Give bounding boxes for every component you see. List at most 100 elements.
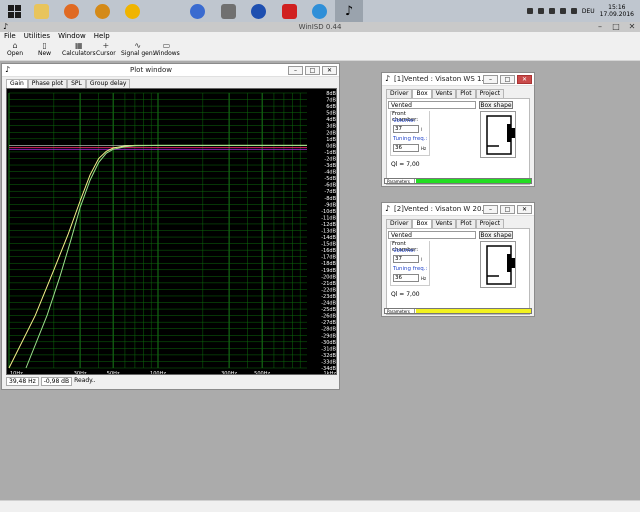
plot-window-icon: ♪	[5, 65, 11, 74]
file-explorer-icon	[33, 3, 49, 19]
x-tick-label: 100Hz	[150, 371, 166, 375]
y-tick-label: -12dB	[321, 222, 336, 228]
y-tick-label: -3dB	[324, 163, 336, 169]
box1-maximize-button[interactable]: □	[500, 75, 515, 84]
minimize-button[interactable]: –	[592, 22, 608, 32]
box2-tabs: Driver Box Vents Plot Project	[386, 219, 505, 228]
clock-date: 17.09.2016	[599, 11, 634, 18]
y-tick-label: -6dB	[324, 183, 336, 189]
box2-volume-input[interactable]: 37	[393, 255, 419, 263]
menu-utilities[interactable]: Utilities	[24, 32, 50, 41]
settings-gear-icon	[189, 3, 205, 19]
box1-tab-driver[interactable]: Driver	[386, 89, 413, 98]
box2-volume-unit: l	[421, 257, 423, 262]
plot-minimize-button[interactable]: –	[288, 66, 303, 75]
y-tick-label: 2dB	[326, 130, 336, 136]
box1-minimize-button[interactable]: –	[483, 75, 498, 84]
tab-gain[interactable]: Gain	[6, 79, 28, 88]
box2-tab-vents[interactable]: Vents	[431, 219, 457, 228]
taskbar-audio-app[interactable]	[88, 0, 116, 22]
plot-window-titlebar[interactable]: ♪ Plot window – □ ✕	[2, 64, 339, 77]
tab-phase-plot[interactable]: Phase plot	[27, 79, 68, 88]
taskbar-disk-app[interactable]	[305, 0, 333, 22]
box1-tab-vents[interactable]: Vents	[431, 89, 457, 98]
taskbar-settings[interactable]	[183, 0, 211, 22]
menu-help[interactable]: Help	[94, 32, 110, 41]
tray-up-arrow-icon[interactable]	[526, 8, 533, 14]
box1-close-button[interactable]: ✕	[517, 75, 532, 84]
box2-titlebar[interactable]: ♪ [2]Vented : Visaton W 20... – □ ✕	[382, 203, 534, 216]
box2-minimize-button[interactable]: –	[483, 205, 498, 214]
menu-file[interactable]: File	[4, 32, 16, 41]
close-button[interactable]: ✕	[624, 22, 640, 32]
box2-box-diagram	[480, 241, 516, 288]
box2-tab-project[interactable]: Project	[475, 219, 505, 228]
taskbar-firefox[interactable]	[57, 0, 85, 22]
box1-tuning-label: Tuning freq.:	[393, 136, 428, 142]
box2-maximize-button[interactable]: □	[500, 205, 515, 214]
box1-tab-project[interactable]: Project	[475, 89, 505, 98]
firefox-icon	[63, 3, 79, 19]
box1-color-indicator	[416, 179, 531, 183]
taskbar-lock-app[interactable]	[244, 0, 272, 22]
x-tick-label: 10Hz	[10, 371, 23, 375]
box1-title: [1]Vented : Visaton WS 1...	[394, 75, 489, 83]
windows-start-icon	[7, 4, 21, 18]
plot-close-button[interactable]: ✕	[322, 66, 337, 75]
windows-button[interactable]: ▭ Windows	[153, 42, 180, 60]
y-tick-label: -23dB	[321, 294, 336, 300]
box1-titlebar[interactable]: ♪ [1]Vented : Visaton WS 1... – □ ✕	[382, 73, 534, 86]
clock[interactable]: 15:16 17.09.2016	[600, 4, 634, 18]
box2-box-shape-button[interactable]: Box shape	[479, 231, 513, 239]
taskbar-file-explorer[interactable]	[27, 0, 55, 22]
box1-box-type[interactable]: Vented	[388, 101, 476, 109]
menu-window[interactable]: Window	[58, 32, 86, 41]
plot-area[interactable]: 8dB 7dB 6dB 5dB 4dB 3dB 2dB 1dB 0dB -1dB -2dB -3dB -…	[6, 88, 337, 375]
box2-tab-plot[interactable]: Plot	[456, 219, 476, 228]
maximize-button[interactable]: □	[608, 22, 624, 32]
open-button[interactable]: ⌂ Open	[7, 42, 23, 60]
box1-box-shape-button[interactable]: Box shape	[479, 101, 513, 109]
box2-close-button[interactable]: ✕	[517, 205, 532, 214]
y-tick-label: 4dB	[326, 117, 336, 123]
taskbar-triangle-app[interactable]	[118, 0, 146, 22]
battery-icon[interactable]	[559, 8, 566, 14]
signal-gen-button[interactable]: ∿ Signal gen.	[121, 42, 155, 60]
audio-app-icon	[94, 3, 110, 19]
y-tick-label: -17dB	[321, 255, 336, 261]
taskbar-red-app[interactable]	[275, 0, 303, 22]
box2-tab-box[interactable]: Box	[412, 219, 432, 228]
plot-maximize-button[interactable]: □	[305, 66, 320, 75]
box1-tab-box[interactable]: Box	[412, 89, 432, 98]
box2-box-type[interactable]: Vented	[388, 231, 476, 239]
box2-tuning-input[interactable]: 36	[393, 274, 419, 282]
box1-tuning-input[interactable]: 36	[393, 144, 419, 152]
new-button[interactable]: ▯ New	[38, 42, 51, 60]
y-tick-label: -13dB	[321, 229, 336, 235]
app-status-bar	[0, 500, 640, 512]
windows-start-button[interactable]	[0, 0, 28, 22]
language-indicator[interactable]: DEU	[582, 8, 595, 15]
box1-icon: ♪	[385, 74, 391, 83]
calculators-label: Calculators	[62, 50, 96, 57]
signal-gen-label: Signal gen.	[121, 50, 155, 57]
box2-title: [2]Vented : Visaton W 20...	[394, 205, 489, 213]
status-message: Ready..	[74, 377, 96, 384]
volume-icon[interactable]	[548, 8, 555, 14]
flag-icon[interactable]	[570, 8, 577, 14]
y-tick-label: -9dB	[324, 202, 336, 208]
tab-spl[interactable]: SPL	[67, 79, 86, 88]
taskbar-winisd[interactable]: ♪	[335, 0, 363, 22]
box2-tab-driver[interactable]: Driver	[386, 219, 413, 228]
network-icon[interactable]	[537, 8, 544, 14]
y-tick-label: -25dB	[321, 307, 336, 313]
cursor-button[interactable]: + Cursor	[96, 42, 116, 60]
taskbar-tools[interactable]	[214, 0, 242, 22]
tab-group-delay[interactable]: Group delay	[85, 79, 131, 88]
box1-front-chamber-group: Front chamber: Volume: 37 l Tuning freq.…	[390, 111, 430, 156]
box1-tab-plot[interactable]: Plot	[456, 89, 476, 98]
calculators-button[interactable]: ▦ Calculators	[62, 42, 96, 60]
box1-box-diagram	[480, 111, 516, 158]
box1-volume-input[interactable]: 37	[393, 125, 419, 133]
plot-status-bar: 39,48 Hz -0,98 dB Ready..	[6, 377, 96, 386]
